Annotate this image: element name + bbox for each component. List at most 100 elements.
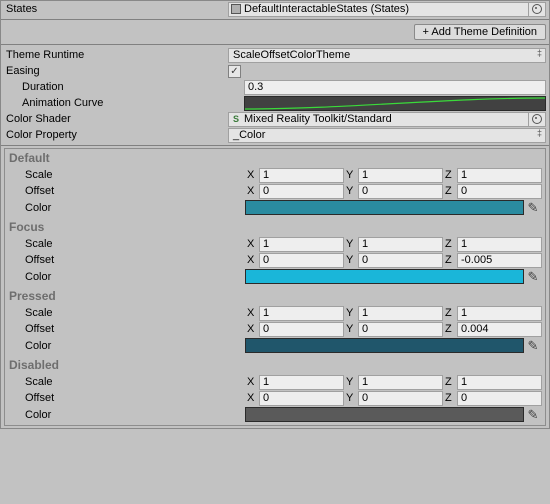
disabled-offset-y[interactable]: 0 (358, 391, 443, 406)
color-label: Color (5, 409, 245, 421)
states-label: States (4, 3, 228, 15)
default-color-field[interactable] (245, 200, 524, 215)
up-down-icon: ‡ (537, 130, 542, 136)
scale-label: Scale (5, 376, 245, 388)
scale-label: Scale (5, 238, 245, 250)
eyedropper-icon[interactable]: ✎ (524, 200, 542, 216)
duration-value: 0.3 (248, 81, 263, 93)
row-add-theme: + Add Theme Definition (1, 22, 549, 42)
axis-x-label: X (245, 169, 259, 181)
offset-label: Offset (5, 185, 245, 197)
default-scale-z[interactable]: 1 (457, 168, 542, 183)
default-scale-x[interactable]: 1 (259, 168, 344, 183)
separator (1, 19, 549, 20)
disabled-scale-vector: X1 Y1 Z1 (245, 375, 542, 390)
eyedropper-icon[interactable]: ✎ (524, 338, 542, 354)
axis-y-label: Y (344, 392, 358, 404)
offset-label: Offset (5, 392, 245, 404)
theme-runtime-popup[interactable]: ScaleOffsetColorTheme ‡ (228, 48, 546, 63)
default-offset-z[interactable]: 0 (457, 184, 542, 199)
focus-color-field[interactable] (245, 269, 524, 284)
color-property-label: Color Property (4, 129, 228, 141)
row-focus-offset: Offset X0 Y0 Z-0.005 (5, 252, 545, 268)
row-focus-scale: Scale X1 Y1 Z1 (5, 236, 545, 252)
axis-z-label: Z (443, 392, 457, 404)
axis-z-label: Z (443, 254, 457, 266)
axis-x-label: X (245, 185, 259, 197)
disabled-color-field[interactable] (245, 407, 524, 422)
pressed-color-field[interactable] (245, 338, 524, 353)
focus-scale-x[interactable]: 1 (259, 237, 344, 252)
default-scale-y[interactable]: 1 (358, 168, 443, 183)
focus-scale-y[interactable]: 1 (358, 237, 443, 252)
offset-label: Offset (5, 323, 245, 335)
row-color-property: Color Property _Color ‡ (1, 127, 549, 143)
state-header-disabled: Disabled (5, 356, 545, 374)
axis-x-label: X (245, 323, 259, 335)
pressed-offset-x[interactable]: 0 (259, 322, 344, 337)
duration-field[interactable]: 0.3 (244, 80, 546, 95)
row-disabled-offset: Offset X0 Y0 Z0 (5, 390, 545, 406)
pressed-offset-z[interactable]: 0.004 (457, 322, 542, 337)
state-header-pressed: Pressed (5, 287, 545, 305)
pressed-offset-y[interactable]: 0 (358, 322, 443, 337)
pressed-offset-vector: X0 Y0 Z0.004 (245, 322, 542, 337)
axis-x-label: X (245, 307, 259, 319)
row-default-color: Color ✎ (5, 199, 545, 218)
state-header-default: Default (5, 149, 545, 167)
object-picker-icon[interactable] (528, 113, 545, 126)
anim-curve-field[interactable] (244, 96, 546, 111)
pressed-scale-y[interactable]: 1 (358, 306, 443, 321)
disabled-scale-y[interactable]: 1 (358, 375, 443, 390)
eyedropper-icon[interactable]: ✎ (524, 407, 542, 423)
states-object-field[interactable]: DefaultInteractableStates (States) (228, 2, 546, 17)
color-label: Color (5, 340, 245, 352)
default-offset-x[interactable]: 0 (259, 184, 344, 199)
row-default-offset: Offset X0 Y0 Z0 (5, 183, 545, 199)
object-picker-icon[interactable] (528, 3, 545, 16)
focus-scale-z[interactable]: 1 (457, 237, 542, 252)
focus-scale-vector: X1 Y1 Z1 (245, 237, 542, 252)
add-theme-definition-button[interactable]: + Add Theme Definition (414, 24, 546, 40)
row-states: States DefaultInteractableStates (States… (1, 1, 549, 17)
disabled-offset-x[interactable]: 0 (259, 391, 344, 406)
easing-label: Easing (4, 65, 228, 77)
axis-x-label: X (245, 238, 259, 250)
eyedropper-icon[interactable]: ✎ (524, 269, 542, 285)
add-theme-label: + Add Theme Definition (423, 26, 537, 38)
color-shader-label: Color Shader (4, 113, 228, 125)
focus-offset-y[interactable]: 0 (358, 253, 443, 268)
default-offset-y[interactable]: 0 (358, 184, 443, 199)
up-down-icon: ‡ (537, 50, 542, 56)
color-label: Color (5, 202, 245, 214)
axis-y-label: Y (344, 323, 358, 335)
focus-offset-x[interactable]: 0 (259, 253, 344, 268)
axis-y-label: Y (344, 376, 358, 388)
focus-offset-z[interactable]: -0.005 (457, 253, 542, 268)
disabled-offset-z[interactable]: 0 (457, 391, 542, 406)
inspector-panel: States DefaultInteractableStates (States… (0, 0, 550, 429)
separator (1, 44, 549, 45)
color-property-popup[interactable]: _Color ‡ (228, 128, 546, 143)
color-shader-field[interactable]: S Mixed Reality Toolkit/Standard (228, 112, 546, 127)
pressed-scale-x[interactable]: 1 (259, 306, 344, 321)
easing-checkbox[interactable]: ✓ (228, 65, 241, 78)
row-disabled-scale: Scale X1 Y1 Z1 (5, 374, 545, 390)
disabled-scale-x[interactable]: 1 (259, 375, 344, 390)
row-easing: Easing ✓ (1, 63, 549, 79)
axis-x-label: X (245, 392, 259, 404)
pressed-scale-z[interactable]: 1 (457, 306, 542, 321)
disabled-scale-z[interactable]: 1 (457, 375, 542, 390)
axis-z-label: Z (443, 307, 457, 319)
offset-label: Offset (5, 254, 245, 266)
anim-curve-label: Animation Curve (4, 97, 244, 109)
axis-x-label: X (245, 254, 259, 266)
default-scale-vector: X1 Y1 Z1 (245, 168, 542, 183)
states-value: DefaultInteractableStates (States) (243, 3, 528, 15)
states-section: Default Scale X1 Y1 Z1 Offset X0 Y0 Z0 C… (4, 148, 546, 426)
axis-z-label: Z (443, 169, 457, 181)
pressed-scale-vector: X1 Y1 Z1 (245, 306, 542, 321)
axis-z-label: Z (443, 185, 457, 197)
asset-icon (229, 4, 243, 14)
color-label: Color (5, 271, 245, 283)
